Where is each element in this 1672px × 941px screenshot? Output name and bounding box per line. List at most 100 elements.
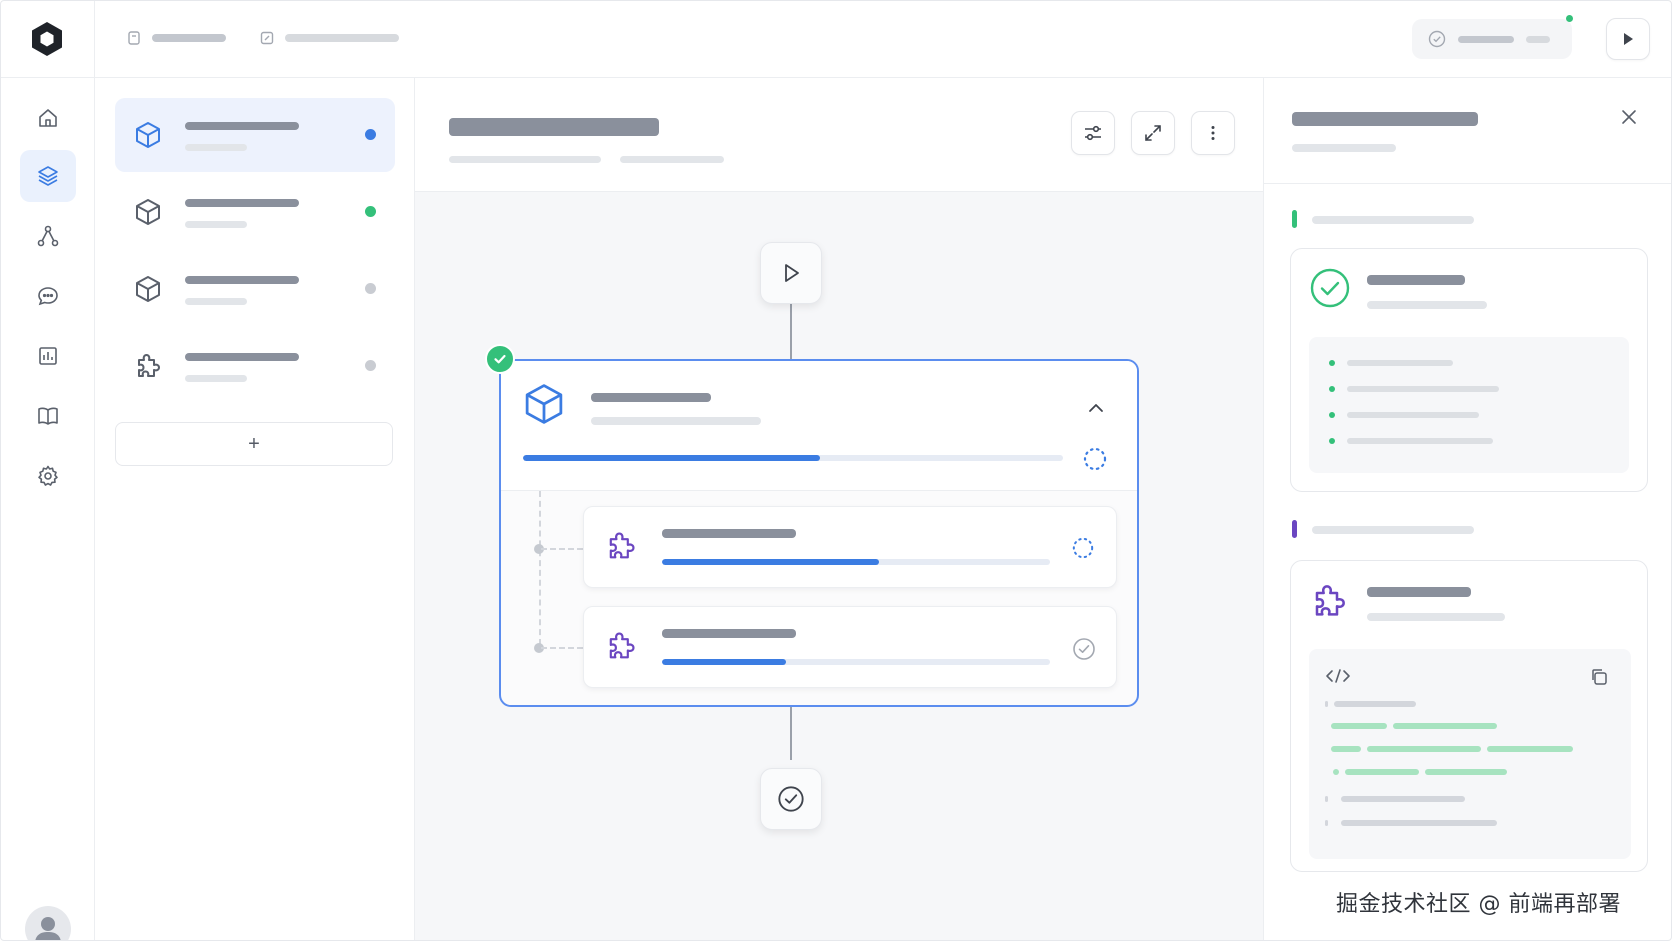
check-circle-icon bbox=[1428, 30, 1446, 48]
page-title bbox=[449, 118, 659, 136]
puzzle-icon bbox=[609, 532, 635, 559]
main-node-card[interactable] bbox=[499, 359, 1139, 707]
child-node-card[interactable] bbox=[583, 506, 1117, 588]
list-item-subtitle bbox=[185, 375, 247, 382]
status-pill[interactable] bbox=[1412, 19, 1572, 59]
rail-item-layers[interactable] bbox=[20, 150, 76, 202]
chevron-up-icon[interactable] bbox=[1085, 397, 1107, 419]
code-line bbox=[1345, 769, 1419, 775]
status-dot bbox=[365, 283, 376, 294]
completed-badge bbox=[485, 344, 515, 374]
top-bar bbox=[0, 0, 1672, 78]
bullet-text bbox=[1347, 386, 1499, 392]
code-line-marker bbox=[1325, 820, 1328, 826]
plugin-subtitle bbox=[1367, 613, 1505, 621]
copy-icon[interactable] bbox=[1589, 667, 1609, 687]
details-header bbox=[1264, 78, 1672, 184]
bullet bbox=[1329, 360, 1335, 366]
fullscreen-button[interactable] bbox=[1131, 111, 1175, 155]
code-line bbox=[1487, 746, 1573, 752]
section-accent bbox=[1292, 520, 1297, 538]
rail-item-chat[interactable] bbox=[20, 270, 76, 322]
filter-button[interactable] bbox=[1071, 111, 1115, 155]
canvas-header bbox=[415, 78, 1263, 192]
main-node-header bbox=[501, 361, 1137, 491]
check-circle-icon bbox=[1073, 638, 1095, 660]
tree-line bbox=[539, 491, 541, 645]
logo[interactable] bbox=[0, 0, 95, 78]
add-node-button[interactable]: + bbox=[115, 422, 393, 466]
icon-rail bbox=[0, 78, 95, 941]
rail-item-settings[interactable] bbox=[20, 450, 76, 502]
bar-chart-icon bbox=[39, 347, 57, 365]
result-card bbox=[1290, 248, 1648, 492]
code-line bbox=[1331, 746, 1361, 752]
main-node-title bbox=[591, 393, 711, 402]
status-dot bbox=[365, 360, 376, 371]
puzzle-icon bbox=[138, 354, 160, 377]
cube-icon bbox=[136, 199, 160, 225]
rail-item-analytics[interactable] bbox=[20, 330, 76, 382]
connector-top bbox=[790, 304, 792, 360]
more-button[interactable] bbox=[1191, 111, 1235, 155]
hexagon-logo-icon bbox=[32, 22, 62, 56]
spinner-icon bbox=[1072, 537, 1094, 559]
play-icon bbox=[785, 264, 799, 282]
child-node-title bbox=[662, 529, 796, 538]
status-value bbox=[1526, 35, 1550, 43]
code-line bbox=[1331, 723, 1387, 729]
breadcrumb-1-label bbox=[152, 34, 226, 42]
expand-icon bbox=[1145, 125, 1161, 141]
main-node-progress bbox=[523, 455, 1063, 461]
code-line bbox=[1341, 820, 1497, 826]
list-item[interactable] bbox=[115, 98, 395, 172]
play-icon bbox=[1624, 33, 1633, 45]
list-item[interactable] bbox=[115, 329, 395, 403]
avatar[interactable] bbox=[25, 906, 71, 941]
breadcrumb-1[interactable] bbox=[126, 30, 226, 46]
result-title bbox=[1367, 275, 1465, 285]
run-button[interactable] bbox=[1606, 18, 1650, 60]
spinner-icon bbox=[1083, 447, 1107, 471]
gear-icon bbox=[38, 465, 58, 486]
section-title bbox=[1312, 216, 1474, 224]
code-line-marker bbox=[1325, 701, 1328, 707]
rail-item-docs[interactable] bbox=[20, 390, 76, 442]
breadcrumb-2[interactable] bbox=[259, 30, 399, 46]
workflow-canvas[interactable] bbox=[415, 192, 1263, 941]
chat-icon bbox=[38, 287, 58, 306]
tree-branch bbox=[541, 647, 583, 649]
child-node-progress bbox=[662, 559, 1050, 565]
lock-icon bbox=[128, 31, 140, 45]
page-subtitle-2 bbox=[620, 156, 724, 163]
details-title bbox=[1292, 112, 1478, 126]
cube-icon bbox=[136, 122, 160, 148]
list-item-title bbox=[185, 122, 299, 130]
main-node-subtitle bbox=[591, 417, 761, 425]
list-item[interactable] bbox=[115, 175, 395, 249]
book-icon bbox=[38, 407, 58, 425]
code-line-marker bbox=[1333, 769, 1339, 775]
rail-item-home[interactable] bbox=[20, 92, 76, 144]
status-label bbox=[1458, 35, 1514, 43]
code-icon bbox=[1326, 669, 1350, 683]
rail-item-graph[interactable] bbox=[20, 210, 76, 262]
bullet bbox=[1329, 412, 1335, 418]
child-node-progress bbox=[662, 659, 1050, 665]
list-item[interactable] bbox=[115, 252, 395, 326]
child-node-card[interactable] bbox=[583, 606, 1117, 688]
main-node-progress-fill bbox=[523, 455, 820, 461]
list-item-title bbox=[185, 353, 299, 361]
close-icon[interactable] bbox=[1618, 106, 1640, 128]
list-item-title bbox=[185, 199, 299, 207]
code-line bbox=[1425, 769, 1507, 775]
breadcrumb-2-label bbox=[285, 34, 399, 42]
watermark: 掘金技术社区 @ 前端再部署 bbox=[1336, 892, 1621, 917]
cube-icon bbox=[525, 384, 563, 424]
more-vertical-icon bbox=[1211, 126, 1215, 140]
plugin-card bbox=[1290, 560, 1648, 872]
result-details bbox=[1309, 337, 1629, 473]
end-node[interactable] bbox=[760, 768, 822, 830]
start-node[interactable] bbox=[760, 242, 822, 304]
node-list-panel: + bbox=[95, 78, 415, 941]
